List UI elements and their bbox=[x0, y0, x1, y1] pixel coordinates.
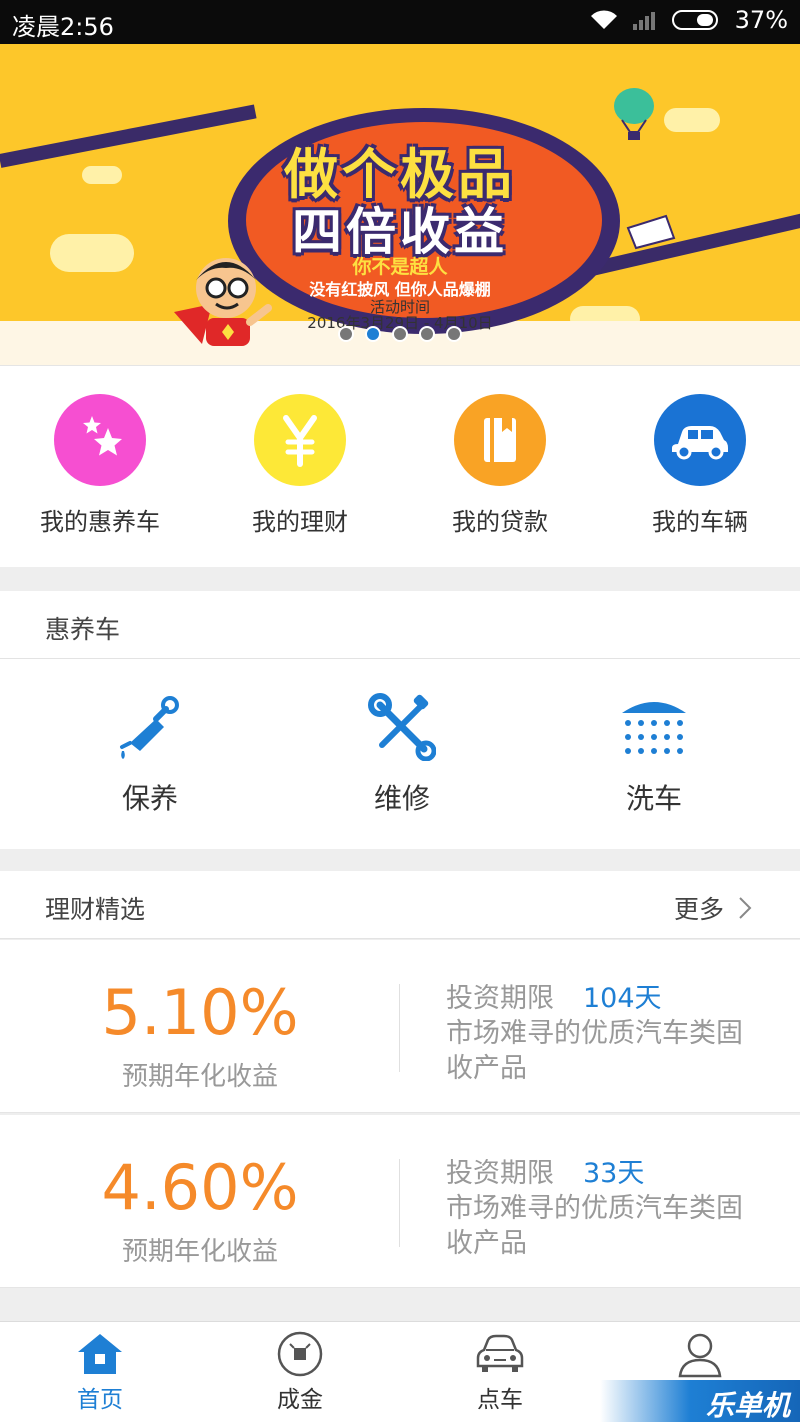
cloud-decoration bbox=[664, 108, 720, 132]
banner-subtitle-1: 你不是超人 bbox=[352, 256, 448, 278]
product-rate-label: 预期年化收益 bbox=[121, 1062, 278, 1092]
home-icon bbox=[78, 1334, 122, 1374]
service-weixiu[interactable]: 维修 bbox=[276, 659, 528, 849]
watermark: 乐单机 bbox=[600, 1380, 800, 1422]
tab-dianche[interactable]: 点车 bbox=[400, 1322, 600, 1422]
quick-item-label: 我的理财 bbox=[252, 508, 348, 536]
status-bar: 凌晨2:56 37% bbox=[0, 0, 800, 44]
product-description: 市场难寻的优质汽车类固收产品 bbox=[446, 1018, 743, 1084]
product-term-value: 104天 bbox=[583, 983, 662, 1014]
chevron-right-icon bbox=[739, 897, 752, 919]
quick-item-huiyangche[interactable]: 我的惠养车 bbox=[0, 366, 200, 568]
service-label: 维修 bbox=[373, 782, 430, 815]
watermark-text: 乐单机 bbox=[705, 1389, 790, 1422]
service-section-header: 惠养车 bbox=[0, 591, 800, 659]
oil-can-icon bbox=[120, 696, 179, 759]
quick-item-licai[interactable]: 我的理财 bbox=[200, 366, 400, 568]
carousel-dot[interactable] bbox=[446, 326, 462, 342]
tab-home[interactable]: 首页 bbox=[0, 1322, 200, 1422]
carousel-indicator bbox=[338, 326, 462, 342]
more-link[interactable]: 更多 bbox=[674, 890, 752, 926]
tab-label: 首页 bbox=[77, 1387, 123, 1413]
product-rate: 5.10% bbox=[101, 976, 299, 1049]
superhero-mascot-icon bbox=[174, 258, 272, 346]
product-card[interactable]: 4.60% 预期年化收益 投资期限 33天 市场难寻的优质汽车类固收产品 bbox=[0, 1115, 800, 1288]
quick-item-label: 我的惠养车 bbox=[40, 508, 160, 536]
section-title: 理财精选 bbox=[45, 895, 146, 924]
tab-label: 成金 bbox=[277, 1387, 323, 1413]
service-label: 保养 bbox=[121, 782, 178, 815]
quick-item-label: 我的贷款 bbox=[452, 508, 548, 536]
status-icons: 37% bbox=[589, 6, 788, 34]
finance-section-header: 理财精选 更多 bbox=[0, 871, 800, 939]
section-title: 惠养车 bbox=[45, 615, 121, 644]
battery-percent: 37% bbox=[734, 6, 788, 34]
car-front-icon bbox=[476, 1334, 524, 1372]
carousel-dot[interactable] bbox=[338, 326, 354, 342]
product-card[interactable]: 5.10% 预期年化收益 投资期限 104天 市场难寻的优质汽车类固收产品 bbox=[0, 940, 800, 1113]
product-term-value: 33天 bbox=[583, 1158, 645, 1189]
tab-chengjin[interactable]: 成金 bbox=[200, 1322, 400, 1422]
product-rate-label: 预期年化收益 bbox=[121, 1237, 278, 1267]
yen-icon bbox=[254, 394, 346, 486]
promo-banner[interactable]: 做个极品 四倍收益 你不是超人 没有红披风 但你人品爆棚 活动时间 2016年3… bbox=[0, 44, 800, 365]
screen: 凌晨2:56 37% 做个极品 四倍收益 你不是超人 没有红披风 但你人品爆棚 … bbox=[0, 0, 800, 1422]
service-baoyang[interactable]: 保养 bbox=[24, 659, 276, 849]
wifi-icon bbox=[590, 10, 617, 29]
battery-icon bbox=[671, 10, 718, 30]
book-icon bbox=[454, 394, 546, 486]
carousel-dot[interactable] bbox=[392, 326, 408, 342]
service-label: 洗车 bbox=[625, 782, 682, 815]
product-rate: 4.60% bbox=[101, 1151, 299, 1224]
shower-icon bbox=[622, 702, 686, 754]
quick-item-label: 我的车辆 bbox=[652, 508, 748, 536]
coin-icon bbox=[277, 1331, 323, 1377]
signal-icon bbox=[632, 12, 655, 30]
more-label: 更多 bbox=[673, 895, 724, 924]
tab-label: 点车 bbox=[477, 1387, 523, 1413]
quick-item-cheliang[interactable]: 我的车辆 bbox=[600, 366, 800, 568]
product-divider bbox=[399, 984, 400, 1072]
carousel-dot-active[interactable] bbox=[365, 326, 381, 342]
quick-item-daikuan[interactable]: 我的贷款 bbox=[400, 366, 600, 568]
person-icon bbox=[678, 1333, 722, 1378]
stars-icon bbox=[54, 394, 146, 486]
status-time: 凌晨2:56 bbox=[12, 13, 114, 41]
product-description: 市场难寻的优质汽车类固收产品 bbox=[446, 1193, 743, 1259]
quick-menu: 我的惠养车 我的理财 我的贷款 我的车辆 bbox=[0, 365, 800, 567]
product-term-label: 投资期限 bbox=[446, 983, 554, 1014]
car-icon bbox=[654, 394, 746, 486]
service-xiche[interactable]: 洗车 bbox=[528, 659, 780, 849]
product-term-label: 投资期限 bbox=[446, 1158, 554, 1189]
carousel-dot[interactable] bbox=[419, 326, 435, 342]
wrench-screwdriver-icon bbox=[368, 693, 436, 761]
service-row: 保养 维修 洗车 bbox=[0, 659, 800, 849]
product-divider bbox=[399, 1159, 400, 1247]
